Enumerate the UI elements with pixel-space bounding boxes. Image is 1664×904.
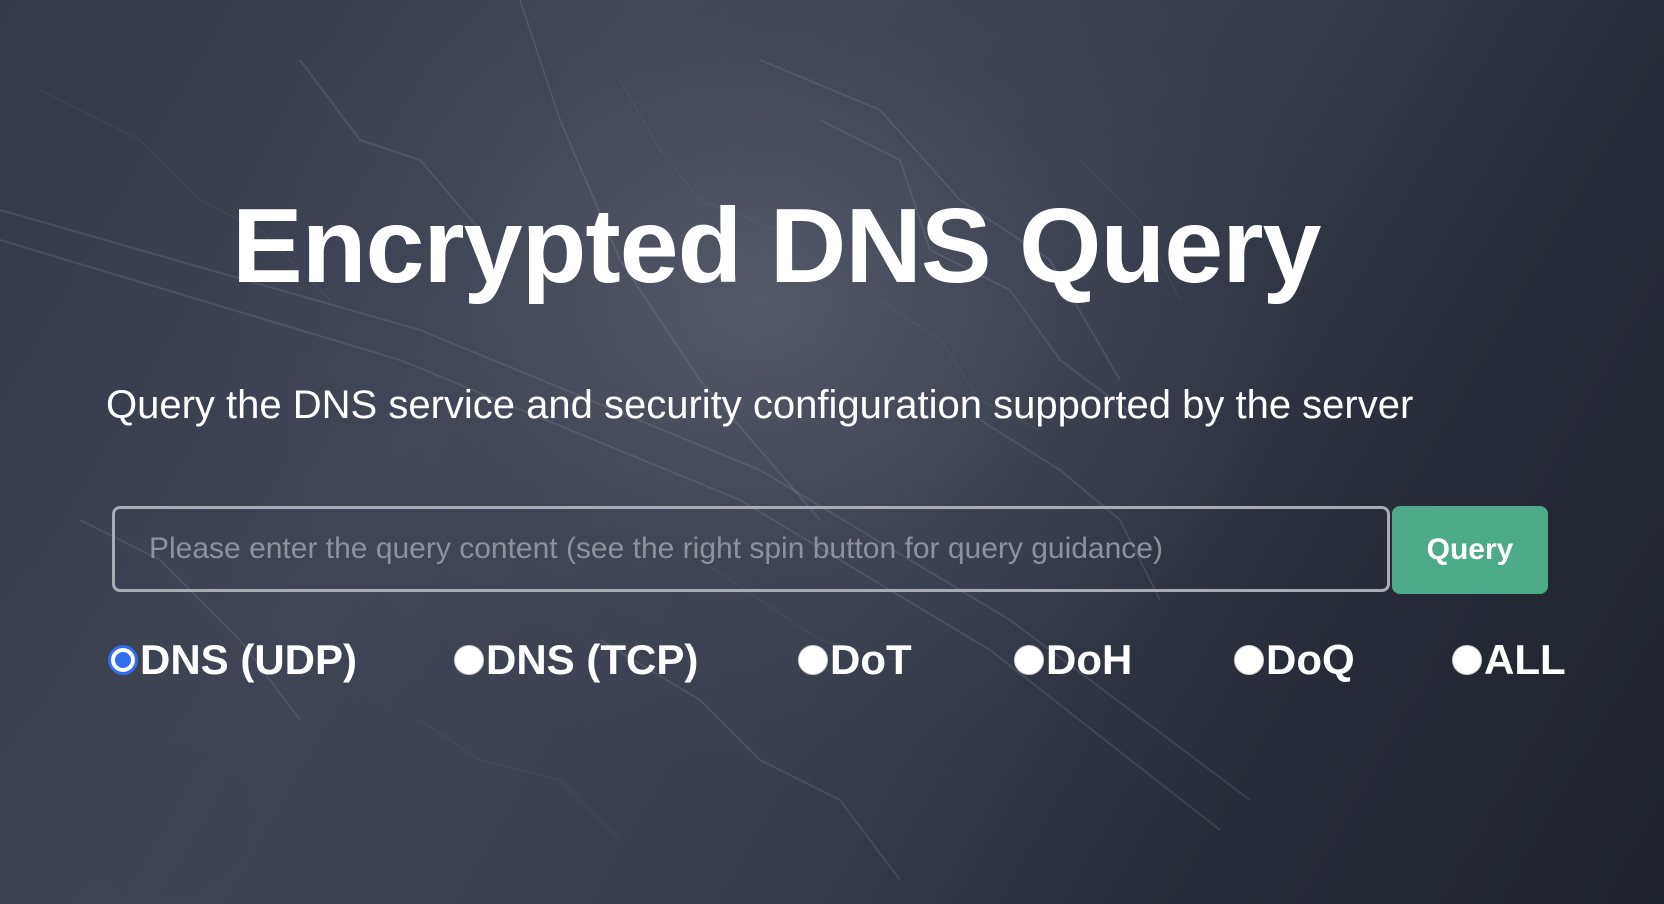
radio-button[interactable]: [798, 645, 828, 675]
radio-button[interactable]: [1014, 645, 1044, 675]
map-background-image: [0, 0, 1664, 904]
protocol-option-label: DoT: [830, 636, 912, 683]
protocol-option-label: DNS (TCP): [486, 636, 699, 683]
protocol-option-dot[interactable]: DoT: [798, 634, 912, 686]
page-subtitle: Query the DNS service and security confi…: [106, 383, 1414, 427]
protocol-radio-group: DNS (UDP) DNS (TCP) DoT DoH DoQ ALL: [108, 634, 1568, 686]
radio-button[interactable]: [1234, 645, 1264, 675]
radio-button[interactable]: [1452, 645, 1482, 675]
protocol-option-label: DoQ: [1266, 636, 1355, 683]
protocol-option-all[interactable]: ALL: [1452, 634, 1566, 686]
protocol-option-dns-tcp[interactable]: DNS (TCP): [454, 634, 698, 686]
radio-button-checked[interactable]: [108, 645, 138, 675]
protocol-option-doq[interactable]: DoQ: [1234, 634, 1355, 686]
radio-button[interactable]: [454, 645, 484, 675]
protocol-option-label: DNS (UDP): [140, 636, 357, 683]
page-title: Encrypted DNS Query: [232, 187, 1321, 305]
query-form: Query: [112, 506, 1548, 594]
protocol-option-label: DoH: [1046, 636, 1133, 683]
query-input[interactable]: [112, 506, 1390, 592]
protocol-option-dns-udp[interactable]: DNS (UDP): [108, 634, 357, 686]
protocol-option-doh[interactable]: DoH: [1014, 634, 1132, 686]
query-button[interactable]: Query: [1392, 506, 1548, 594]
protocol-option-label: ALL: [1484, 636, 1566, 683]
